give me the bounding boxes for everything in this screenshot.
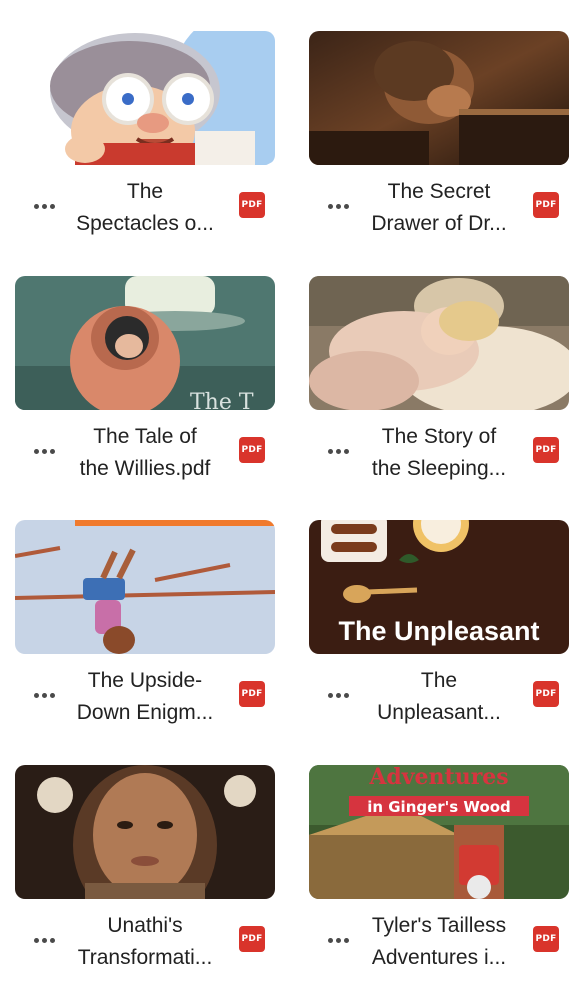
more-options-icon[interactable]: [29, 685, 59, 705]
file-thumbnail[interactable]: Adventures in Ginger's Wood: [309, 765, 569, 899]
gingers-wood-cover: Adventures in Ginger's Wood: [309, 765, 569, 899]
more-options-icon[interactable]: [29, 441, 59, 461]
pdf-file-icon: PDF: [533, 437, 559, 463]
thumb-caption: The T: [190, 390, 254, 410]
pdf-file-icon: PDF: [533, 681, 559, 707]
unpleasant-food-cover: The Unpleasant: [309, 520, 569, 654]
upside-down-child-illustration: [15, 520, 275, 654]
file-grid: The Spectacles o... PDF The Secret Drawe…: [0, 0, 583, 1000]
pdf-file-icon: PDF: [239, 437, 265, 463]
dark-woman-drawer-photo: [309, 31, 569, 165]
file-meta: The Unpleasant... PDF: [309, 661, 569, 727]
more-options-icon[interactable]: [323, 685, 353, 705]
more-options-icon[interactable]: [323, 196, 353, 216]
file-thumbnail[interactable]: The Unpleasant: [309, 520, 569, 654]
thumb-caption: The Unpleasant: [338, 616, 539, 646]
pdf-file-icon: PDF: [533, 192, 559, 218]
grandma-glasses-illustration: [15, 31, 275, 165]
pdf-file-icon: PDF: [239, 681, 265, 707]
more-options-icon[interactable]: [323, 930, 353, 950]
file-title[interactable]: The Tale of the Willies.pdf: [65, 421, 225, 485]
file-title[interactable]: The Spectacles o...: [65, 176, 225, 240]
file-thumbnail[interactable]: [15, 31, 275, 165]
file-title[interactable]: The Unpleasant...: [359, 665, 519, 729]
file-meta: Tyler's Tailless Adventures i... PDF: [309, 906, 569, 972]
pdf-file-icon: PDF: [239, 926, 265, 952]
file-title[interactable]: Tyler's Tailless Adventures i...: [359, 910, 519, 974]
file-title[interactable]: The Story of the Sleeping...: [359, 421, 519, 485]
pdf-file-icon: PDF: [239, 192, 265, 218]
file-meta: The Story of the Sleeping... PDF: [309, 417, 569, 483]
file-thumbnail[interactable]: [15, 765, 275, 899]
file-thumbnail[interactable]: [15, 520, 275, 654]
file-title[interactable]: The Upside- Down Enigm...: [65, 665, 225, 729]
file-title[interactable]: Unathi's Transformati...: [65, 910, 225, 974]
file-title[interactable]: The Secret Drawer of Dr...: [359, 176, 519, 240]
hooded-child-illustration: The T: [15, 276, 275, 410]
file-meta: The Upside- Down Enigm... PDF: [15, 661, 275, 727]
thumb-caption: Adventures: [368, 765, 508, 790]
sleeping-girl-dog-photo: [309, 276, 569, 410]
file-meta: The Spectacles o... PDF: [15, 172, 275, 238]
more-options-icon[interactable]: [29, 196, 59, 216]
woman-portrait-photo: [15, 765, 275, 899]
thumb-subcaption: in Ginger's Wood: [367, 798, 511, 816]
file-thumbnail[interactable]: [309, 31, 569, 165]
more-options-icon[interactable]: [323, 441, 353, 461]
file-meta: The Secret Drawer of Dr... PDF: [309, 172, 569, 238]
pdf-file-icon: PDF: [533, 926, 559, 952]
file-meta: Unathi's Transformati... PDF: [15, 906, 275, 972]
file-thumbnail[interactable]: [309, 276, 569, 410]
file-thumbnail[interactable]: The T: [15, 276, 275, 410]
file-meta: The Tale of the Willies.pdf PDF: [15, 417, 275, 483]
more-options-icon[interactable]: [29, 930, 59, 950]
